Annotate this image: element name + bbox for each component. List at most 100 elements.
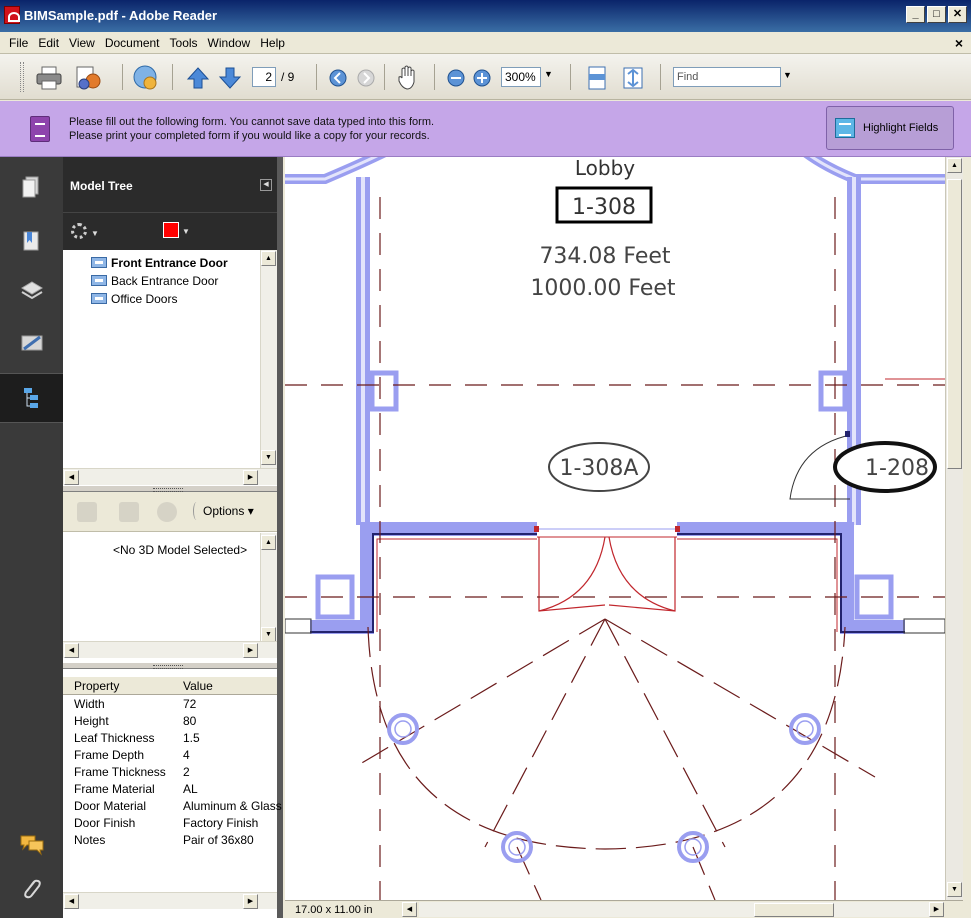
scroll-up-icon[interactable]: ▲ (261, 251, 276, 266)
tree-item-front-entrance-door[interactable]: Front Entrance Door (91, 256, 228, 270)
fit-width-icon[interactable] (622, 66, 644, 90)
next-page-icon[interactable] (218, 66, 242, 90)
tree-vertical-scrollbar[interactable]: ▲ ▼ (260, 250, 277, 468)
menu-window[interactable]: Window (203, 32, 256, 54)
options-button[interactable]: Options ▾ (193, 502, 254, 520)
scroll-right-icon[interactable]: ▶ (243, 894, 258, 909)
zoom-out-icon[interactable] (446, 68, 466, 88)
page-total: / 9 (281, 70, 295, 84)
scroll-left-icon[interactable]: ◀ (64, 470, 79, 485)
property-row[interactable]: Frame Material AL (63, 782, 277, 799)
scroll-right-icon[interactable]: ▶ (929, 902, 944, 917)
property-value: 4 (183, 748, 190, 762)
room-name-label: Lobby (575, 157, 635, 180)
tree-horizontal-scrollbar[interactable]: ◀ ▶ (63, 468, 277, 485)
gear-dropdown-icon[interactable]: ▼ (91, 229, 99, 238)
document-view[interactable]: Lobby 1-308 734.08 Feet 1000.00 Feet 1-3… (285, 157, 945, 900)
model-tree: Front Entrance Door Back Entrance Door O… (63, 250, 277, 485)
property-value: Pair of 36x80 (183, 833, 254, 847)
door-tag-2: 1-208 (865, 456, 929, 481)
property-value: 72 (183, 697, 197, 711)
horizontal-scroll-thumb[interactable] (754, 903, 834, 917)
find-input[interactable]: Find (673, 67, 781, 87)
model-tree-panel: Model Tree ◀ ▼ ▼ Front Entrance Door Bac… (63, 157, 283, 918)
views-vertical-scrollbar[interactable]: ▲ ▼ (260, 533, 277, 645)
door-icon (91, 257, 107, 268)
zoom-level-input[interactable]: 300% (501, 67, 541, 87)
scroll-left-icon[interactable]: ◀ (64, 894, 79, 909)
maximize-button[interactable]: □ (927, 6, 946, 23)
scroll-down-icon[interactable]: ▼ (947, 882, 962, 897)
page-number-input[interactable]: 2 (252, 67, 276, 87)
security-settings-icon[interactable] (130, 64, 160, 92)
value-column-header: Value (183, 679, 213, 693)
toolbar-separator (172, 64, 173, 90)
bookmarks-icon[interactable] (18, 227, 46, 255)
print-icon[interactable] (36, 66, 62, 90)
pages-icon[interactable] (18, 173, 46, 201)
scroll-down-icon[interactable]: ▼ (261, 627, 276, 642)
door-icon (91, 293, 107, 304)
gear-icon[interactable] (71, 223, 87, 239)
toolbar-separator (570, 64, 571, 90)
highlight-fields-button[interactable]: Highlight Fields (826, 106, 954, 150)
toolbar-separator (122, 64, 123, 90)
minimize-button[interactable]: _ (906, 6, 925, 23)
toolbar-grip[interactable] (20, 62, 24, 92)
property-name: Width (74, 697, 105, 711)
panel-splitter[interactable] (63, 662, 277, 669)
close-button[interactable]: ✕ (948, 6, 967, 23)
menu-file[interactable]: File (4, 32, 33, 54)
scroll-right-icon[interactable]: ▶ (243, 643, 258, 658)
window-right-edge (963, 157, 971, 918)
tree-item-office-doors[interactable]: Office Doors (91, 292, 177, 306)
document-horizontal-scrollbar[interactable] (419, 902, 929, 917)
property-row[interactable]: Frame Thickness 2 (63, 765, 277, 782)
property-row[interactable]: Width 72 (63, 697, 277, 714)
panel-splitter[interactable] (63, 485, 277, 492)
scroll-up-icon[interactable]: ▲ (947, 158, 962, 173)
menu-view[interactable]: View (64, 32, 100, 54)
color-dropdown-icon[interactable]: ▼ (182, 227, 190, 236)
fit-page-icon[interactable] (586, 66, 608, 90)
property-row[interactable]: Notes Pair of 36x80 (63, 833, 277, 850)
scroll-up-icon[interactable]: ▲ (261, 535, 276, 550)
hand-tool-icon[interactable] (396, 64, 420, 92)
record-icon (157, 502, 177, 522)
previous-view-icon[interactable] (328, 68, 348, 88)
properties-horizontal-scrollbar[interactable]: ◀ ▶ (63, 892, 277, 909)
property-row[interactable]: Frame Depth 4 (63, 748, 277, 765)
tree-item-back-entrance-door[interactable]: Back Entrance Door (91, 274, 218, 288)
comments-icon[interactable] (18, 831, 46, 859)
menu-help[interactable]: Help (255, 32, 290, 54)
model-tree-icon[interactable] (18, 384, 46, 412)
menu-document[interactable]: Document (100, 32, 165, 54)
find-dropdown-icon[interactable]: ▼ (783, 70, 792, 80)
vertical-scroll-thumb[interactable] (947, 179, 962, 469)
scroll-right-icon[interactable]: ▶ (243, 470, 258, 485)
scroll-left-icon[interactable]: ◀ (64, 643, 79, 658)
property-row[interactable]: Door Material Aluminum & Glass (63, 799, 282, 816)
title-bar: BIMSample.pdf - Adobe Reader _ □ ✕ (0, 0, 971, 32)
layers-icon[interactable] (18, 277, 46, 305)
collaborate-icon[interactable] (74, 64, 104, 92)
attachments-icon[interactable] (18, 875, 46, 903)
document-close-button[interactable]: × (955, 35, 963, 51)
property-row[interactable]: Door Finish Factory Finish (63, 816, 277, 833)
form-message-line-2: Please print your completed form if you … (69, 130, 430, 142)
collapse-panel-button[interactable]: ◀ (260, 179, 272, 191)
zoom-in-icon[interactable] (472, 68, 492, 88)
document-vertical-scrollbar[interactable]: ▲ ▼ (945, 157, 963, 900)
signatures-icon[interactable] (18, 329, 46, 357)
scroll-left-icon[interactable]: ◀ (402, 902, 417, 917)
property-row[interactable]: Leaf Thickness 1.5 (63, 731, 277, 748)
scroll-down-icon[interactable]: ▼ (261, 450, 276, 465)
property-value: 80 (183, 714, 197, 728)
zoom-dropdown-icon[interactable]: ▼ (544, 69, 554, 83)
menu-tools[interactable]: Tools (165, 32, 203, 54)
color-swatch[interactable] (163, 222, 179, 238)
menu-edit[interactable]: Edit (33, 32, 64, 54)
views-horizontal-scrollbar[interactable]: ◀ ▶ (63, 641, 277, 658)
previous-page-icon[interactable] (186, 66, 210, 90)
property-row[interactable]: Height 80 (63, 714, 277, 731)
